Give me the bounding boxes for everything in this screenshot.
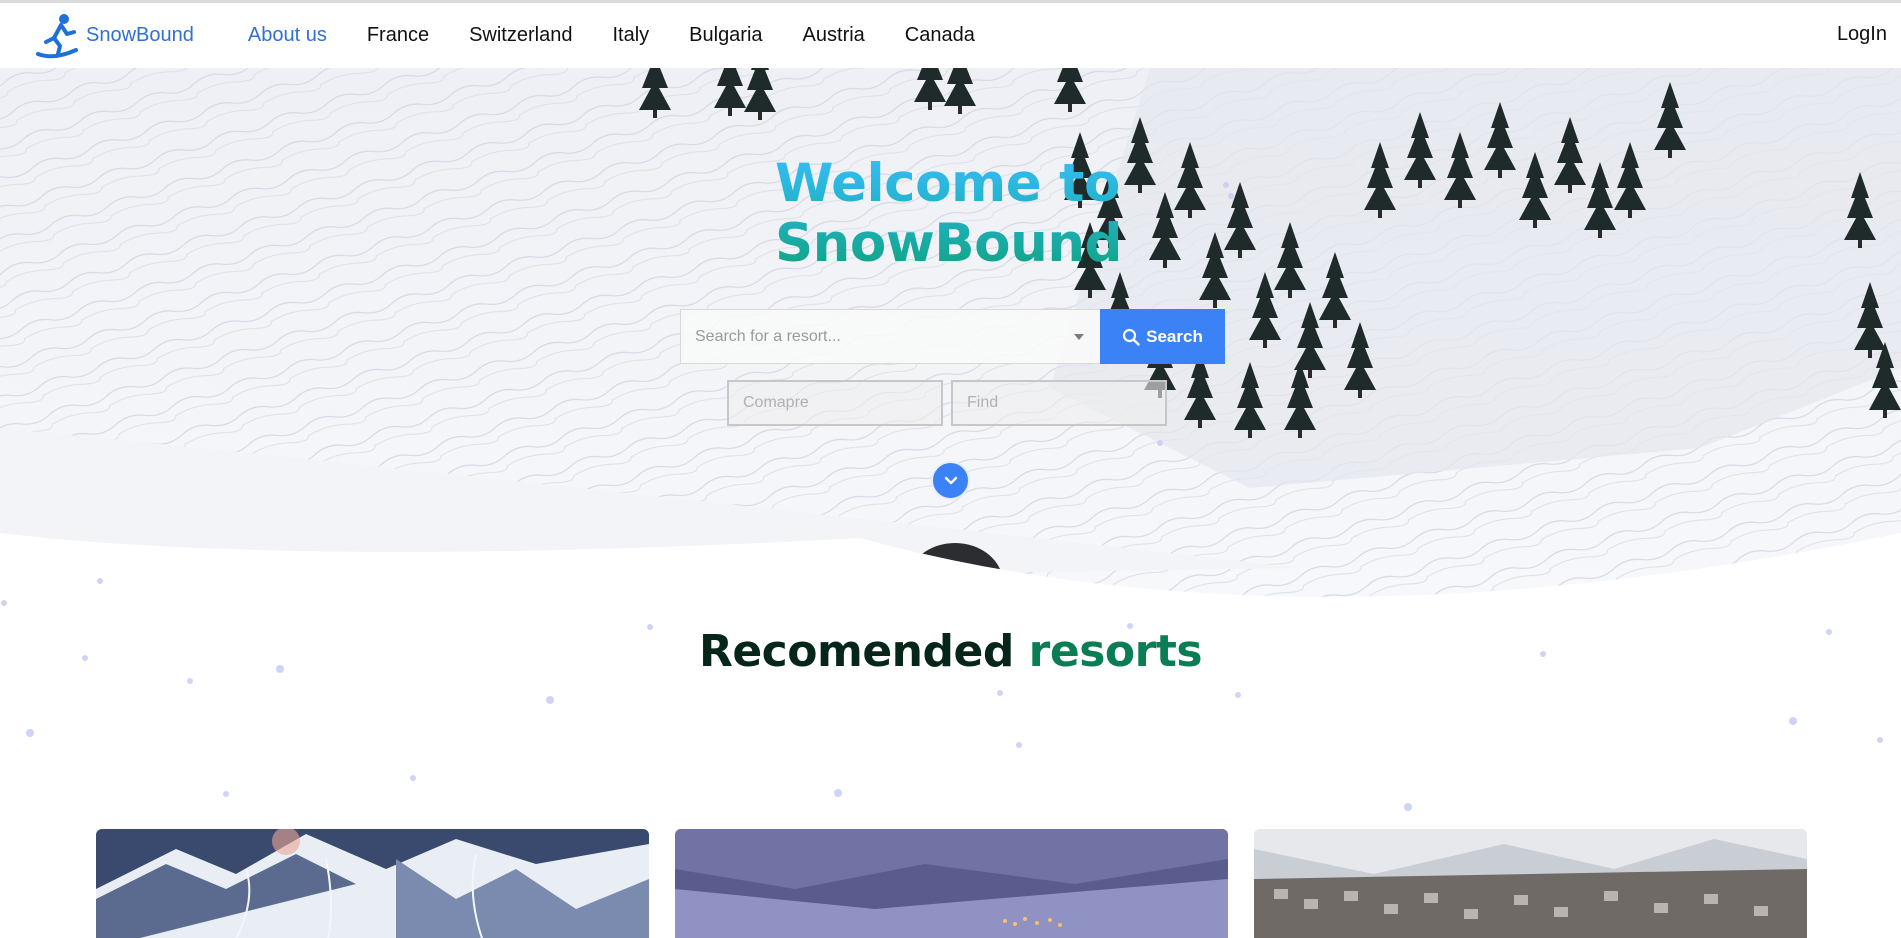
compare-find-inputs xyxy=(727,380,1167,426)
nav-item-about-us[interactable]: About us xyxy=(248,24,327,47)
find-input[interactable] xyxy=(951,380,1167,426)
hero-title-line1: Welcome to xyxy=(775,153,1120,214)
nav-item-france[interactable]: France xyxy=(367,24,429,47)
scroll-down-button[interactable] xyxy=(931,461,970,500)
recommended-resorts-heading: Recomended resorts xyxy=(0,626,1901,677)
nav-item-bulgaria[interactable]: Bulgaria xyxy=(689,24,762,47)
nav-item-switzerland[interactable]: Switzerland xyxy=(469,24,572,47)
brand-link[interactable]: SnowBound xyxy=(34,12,194,60)
resort-card[interactable] xyxy=(96,829,649,938)
brand-name: SnowBound xyxy=(86,24,194,46)
resort-card[interactable] xyxy=(675,829,1228,938)
nav-item-italy[interactable]: Italy xyxy=(612,24,649,47)
resort-card-image xyxy=(96,829,649,938)
dropdown-caret-icon[interactable] xyxy=(1074,334,1084,340)
login-link[interactable]: LogIn xyxy=(1837,23,1887,46)
top-navbar: SnowBound About us France Switzerland It… xyxy=(0,0,1901,68)
resort-search-bar: Search xyxy=(680,309,1225,364)
resort-cards xyxy=(96,829,1808,938)
nav-item-austria[interactable]: Austria xyxy=(803,24,865,47)
snowboarder-icon xyxy=(36,13,78,58)
recommended-heading-word2: resorts xyxy=(1028,626,1203,677)
resort-search-select[interactable] xyxy=(680,309,1100,364)
recommended-heading-word1: Recomended xyxy=(698,626,1014,677)
resort-card[interactable] xyxy=(1254,829,1807,938)
nav-item-canada[interactable]: Canada xyxy=(905,24,975,47)
hero-title-line2: SnowBound xyxy=(775,213,1122,274)
search-button[interactable]: Search xyxy=(1100,309,1225,364)
nav-links: About us France Switzerland Italy Bulgar… xyxy=(248,24,1015,47)
hero-title: Welcome to SnowBound xyxy=(775,154,1195,274)
hero-section: Welcome to SnowBound Search xyxy=(0,68,1901,610)
resort-card-image xyxy=(1254,829,1807,938)
compare-input[interactable] xyxy=(727,380,943,426)
search-icon xyxy=(1123,328,1140,346)
search-button-label: Search xyxy=(1146,326,1203,346)
resort-search-input[interactable] xyxy=(681,310,1100,363)
resort-card-image xyxy=(675,829,1228,938)
chevron-down-icon xyxy=(944,476,957,484)
